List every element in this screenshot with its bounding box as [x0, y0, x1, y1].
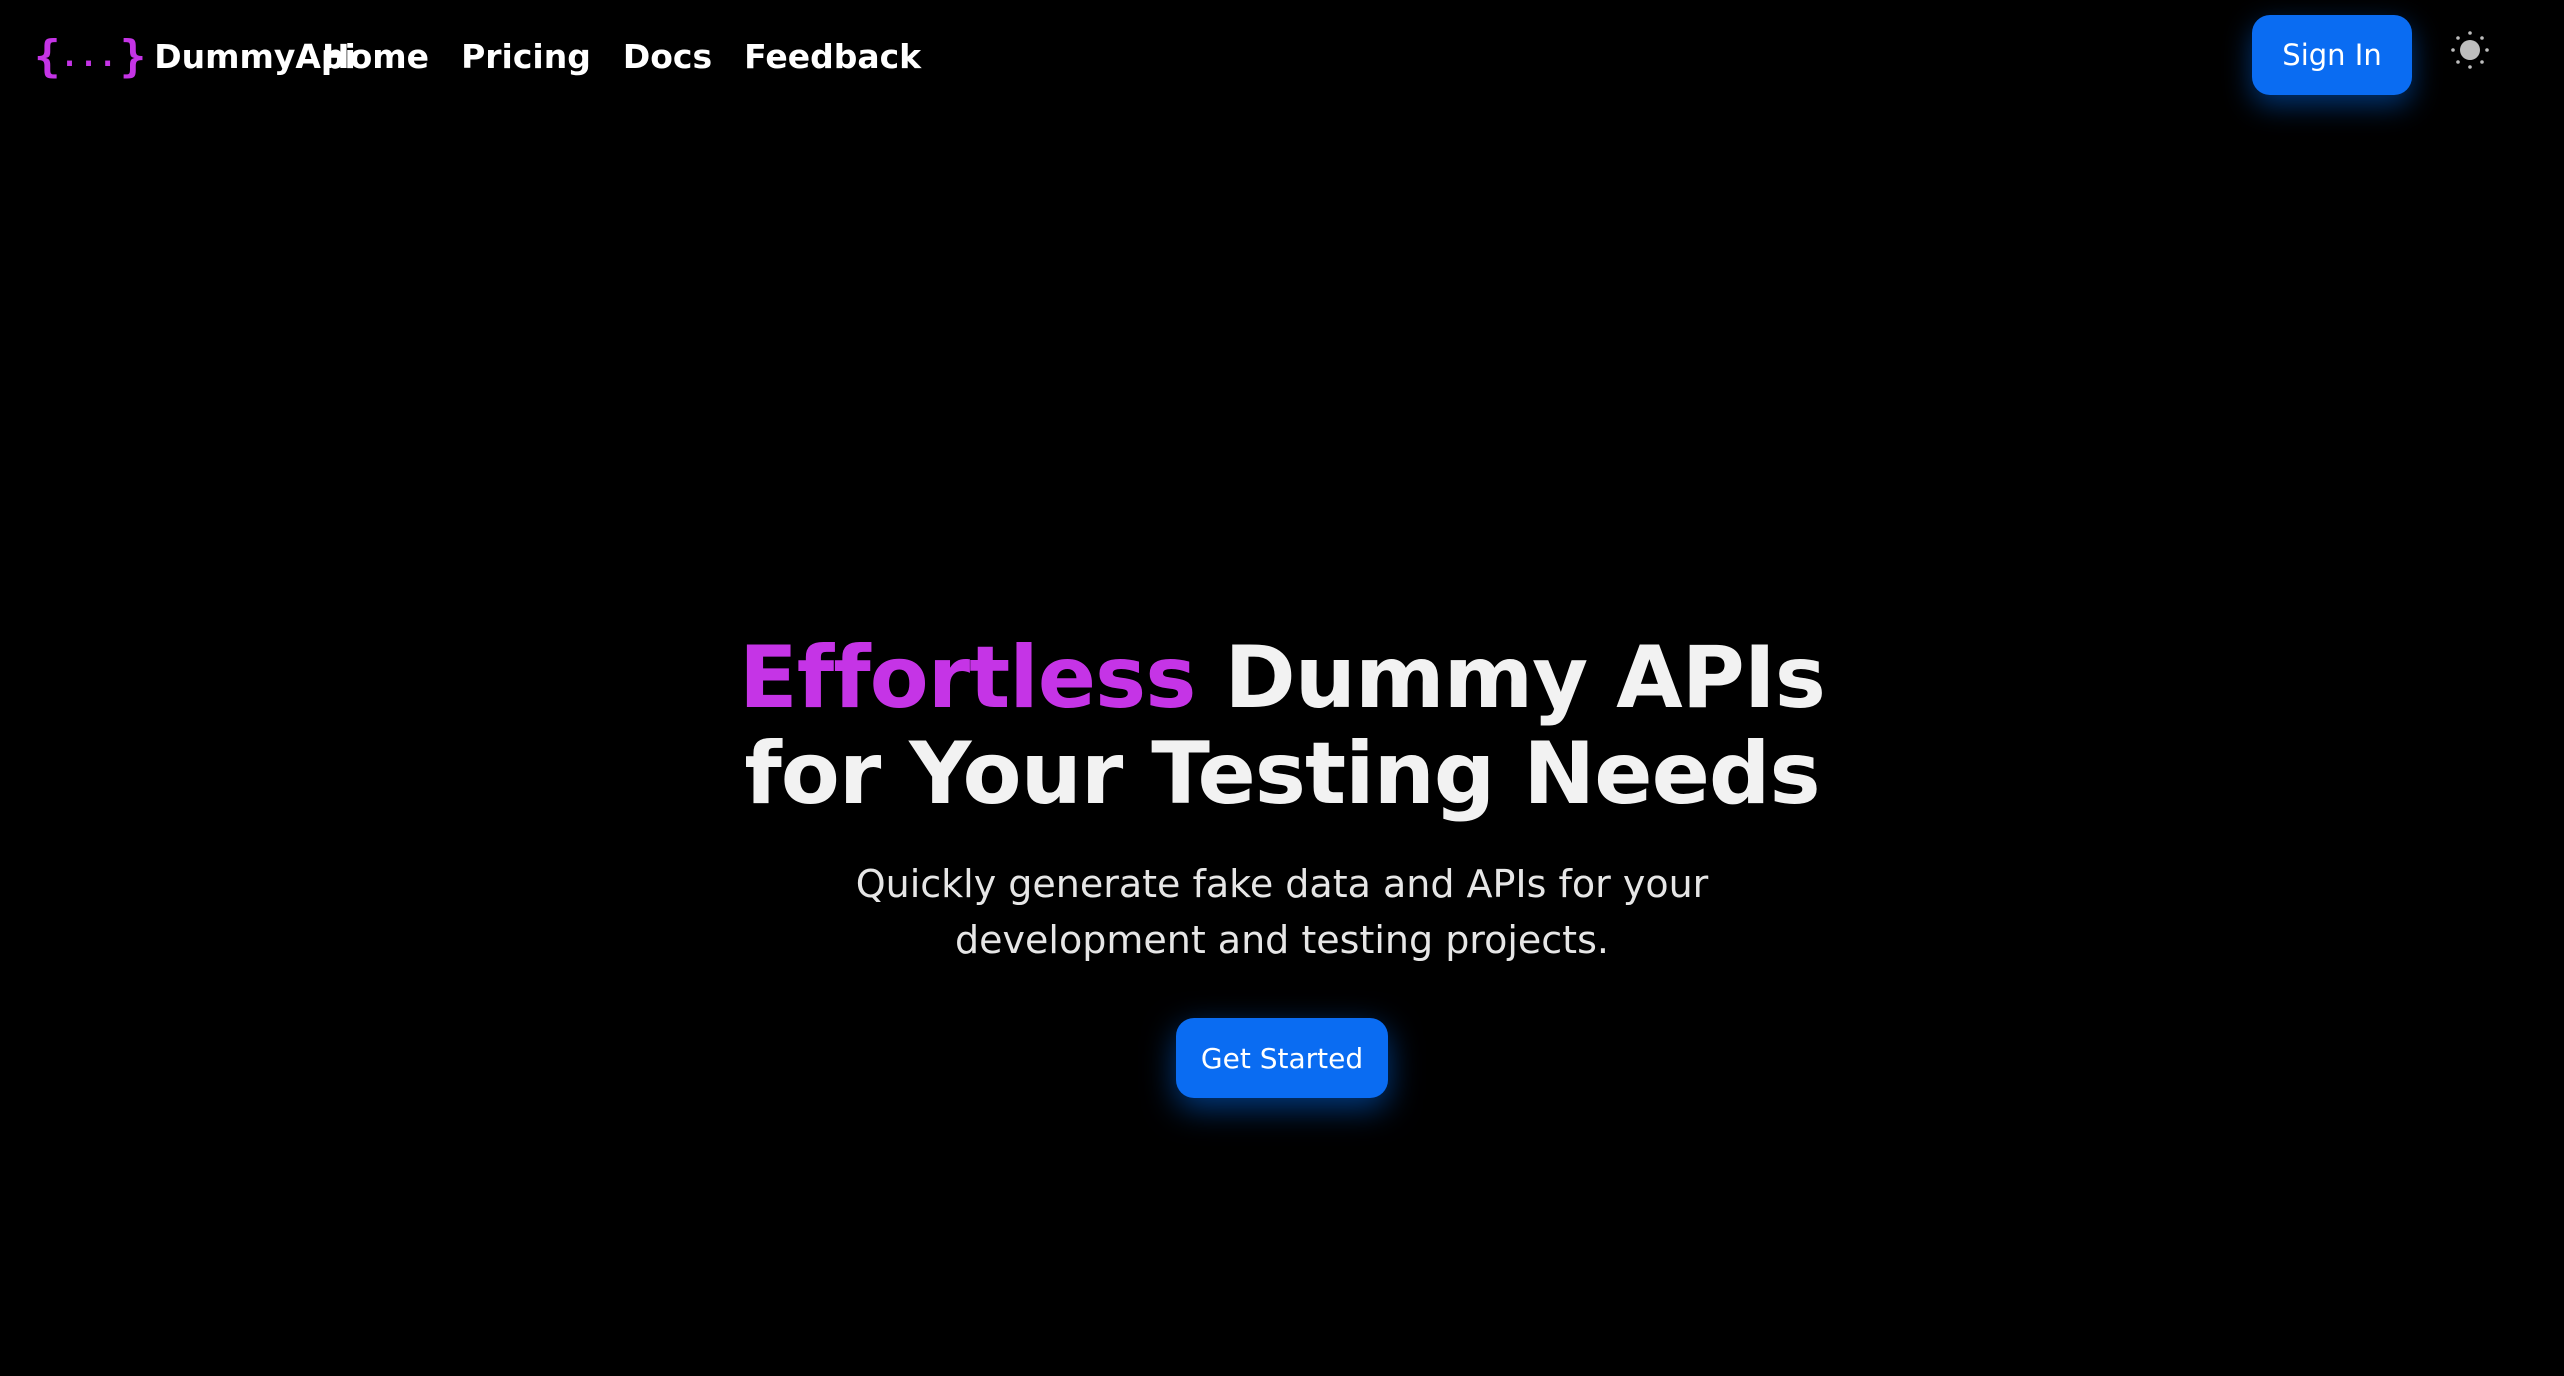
- hero-title-line-1: Effortless Dummy APIs: [0, 630, 2564, 726]
- logo-close-brace: }: [119, 30, 146, 82]
- hero-title-highlight: Effortless: [739, 628, 1196, 728]
- nav-link-pricing[interactable]: Pricing: [461, 37, 591, 76]
- hero-title-rest: Dummy APIs: [1195, 628, 1826, 728]
- top-navbar: { ... } DummyApi Home Pricing Docs Feedb…: [0, 0, 2564, 112]
- braces-logo-icon: { ... }: [34, 30, 146, 82]
- main-nav: Home Pricing Docs Feedback: [322, 28, 921, 84]
- hero-title: Effortless Dummy APIs for Your Testing N…: [0, 630, 2564, 822]
- get-started-button[interactable]: Get Started: [1176, 1018, 1388, 1098]
- landing-page: { ... } DummyApi Home Pricing Docs Feedb…: [0, 0, 2564, 1376]
- brand-home-link[interactable]: { ... } DummyApi: [34, 28, 356, 84]
- hero-subtitle: Quickly generate fake data and APIs for …: [855, 862, 1709, 962]
- nav-link-feedback[interactable]: Feedback: [744, 37, 921, 76]
- theme-toggle-button[interactable]: [2450, 30, 2490, 70]
- sign-in-button[interactable]: Sign In: [2252, 15, 2412, 95]
- hero-title-line-2: for Your Testing Needs: [744, 724, 1820, 824]
- hero-section: Effortless Dummy APIs for Your Testing N…: [0, 630, 2564, 1098]
- logo-dots: ...: [60, 38, 118, 74]
- nav-link-docs[interactable]: Docs: [623, 37, 712, 76]
- logo-open-brace: {: [34, 30, 60, 82]
- sun-icon: [2451, 31, 2489, 69]
- nav-link-home[interactable]: Home: [322, 37, 429, 76]
